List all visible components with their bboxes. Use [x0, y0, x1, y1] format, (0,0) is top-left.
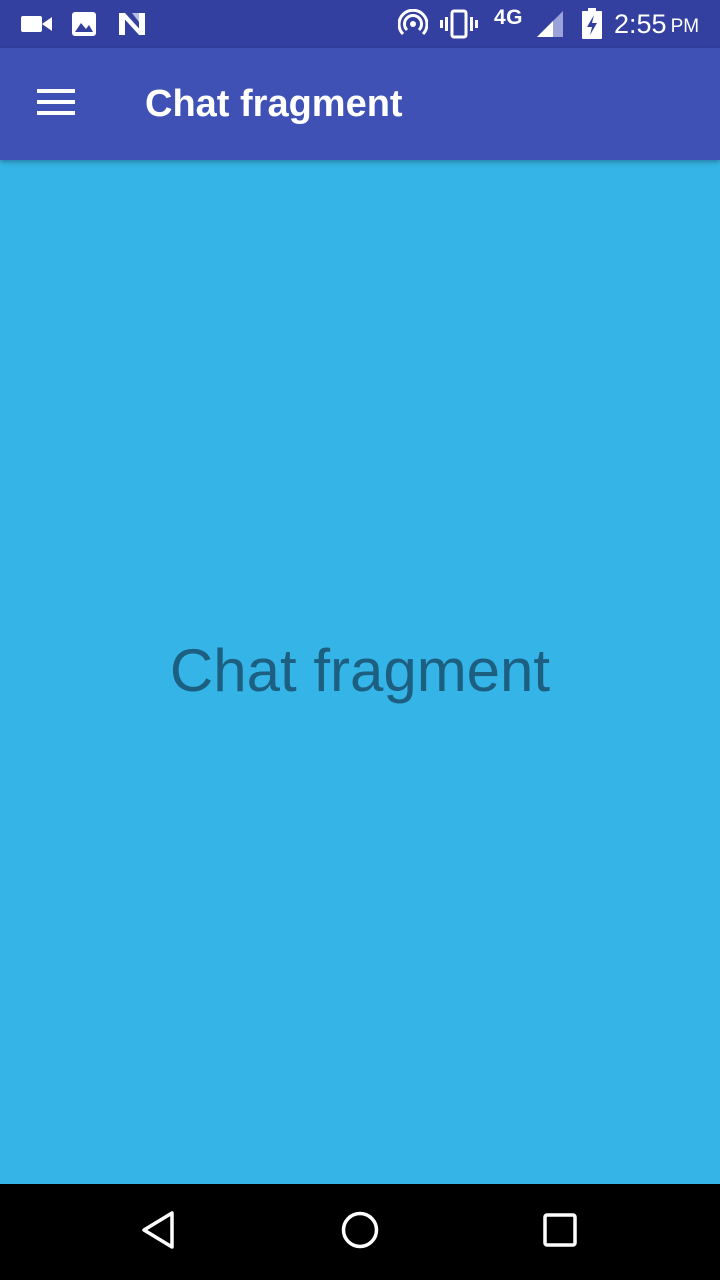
signal-icon — [534, 0, 566, 48]
home-button[interactable] — [330, 1202, 390, 1262]
n-app-icon — [117, 0, 147, 48]
recents-button[interactable] — [530, 1202, 590, 1262]
network-type-label: 4G — [494, 6, 524, 29]
fragment-label: Chat fragment — [169, 637, 551, 704]
status-ampm: PM — [670, 16, 700, 37]
video-camera-icon — [20, 0, 54, 48]
hotspot-icon — [397, 0, 429, 48]
phone-screen: 4G 2:55 PM Chat fragment Chat fragment — [0, 0, 720, 1280]
navigation-bar — [0, 1184, 720, 1280]
status-time: 2:55 — [614, 8, 667, 39]
app-bar-title: Chat fragment — [145, 83, 403, 125]
recents-icon — [540, 1210, 580, 1255]
hamburger-menu-icon — [36, 87, 76, 122]
home-icon — [340, 1210, 380, 1255]
image-icon — [70, 0, 98, 48]
battery-charging-icon — [580, 0, 604, 48]
back-button[interactable] — [130, 1202, 190, 1262]
menu-button[interactable] — [24, 74, 88, 134]
status-bar: 4G 2:55 PM — [0, 0, 720, 48]
vibrate-icon — [440, 0, 478, 48]
fragment-content: Chat fragment — [0, 160, 720, 1184]
app-bar: Chat fragment — [0, 48, 720, 160]
status-clock: 2:55 PM — [614, 0, 699, 48]
back-icon — [140, 1210, 180, 1255]
